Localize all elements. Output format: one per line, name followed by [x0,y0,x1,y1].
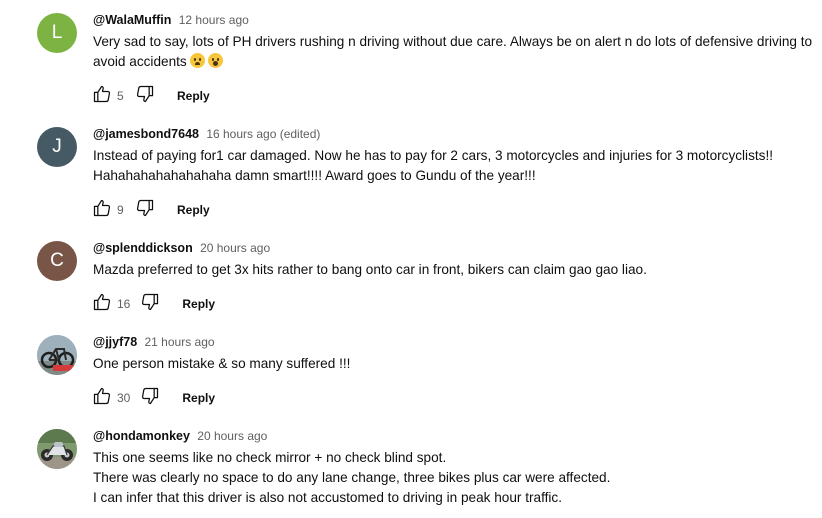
comment-text: This one seems like no check mirror + no… [93,450,611,505]
comment-author[interactable]: @jjyf78 [93,335,137,349]
comment-actions: 5 Reply [90,85,210,107]
comment-header: @hondamonkey 20 hours ago [93,429,817,443]
like-count: 9 [117,203,124,217]
astonished-face-emoji [207,53,223,68]
comment-time[interactable]: 20 hours ago [200,241,270,255]
thumbs-up-icon [92,198,112,223]
comment-time[interactable]: 16 hours ago (edited) [206,127,320,141]
like-button[interactable] [90,293,114,315]
reply-button[interactable]: Reply [182,391,215,405]
avatar-letter: L [51,22,63,43]
comment-header: @jjyf78 21 hours ago [93,335,817,349]
comment-header: @WalaMuffin 12 hours ago [93,13,817,27]
dislike-button[interactable] [133,85,157,107]
avatar[interactable]: L [37,13,77,53]
comment-actions: 16 Reply [90,293,215,315]
bicycle-photo-avatar[interactable] [37,335,77,375]
thumbs-down-icon [140,292,160,317]
reply-button[interactable]: Reply [182,297,215,311]
like-count: 5 [117,89,124,103]
comment-text: Mazda preferred to get 3x hits rather to… [93,262,647,277]
comment-text: One person mistake & so many suffered !!… [93,356,351,371]
comment-text: Instead of paying for1 car damaged. Now … [93,148,774,183]
reply-button[interactable]: Reply [177,203,210,217]
comment-header: @splenddickson 20 hours ago [93,241,817,255]
comment-author[interactable]: @hondamonkey [93,429,190,443]
like-count: 30 [117,391,131,405]
motorcycle-photo-avatar[interactable] [37,429,77,469]
comment-time[interactable]: 21 hours ago [145,335,215,349]
comment-header: @jamesbond7648 16 hours ago (edited) [93,127,817,141]
thumbs-down-icon [135,84,155,109]
comment-time[interactable]: 12 hours ago [179,13,249,27]
like-button[interactable] [90,387,114,409]
comment-actions: 9 Reply [90,199,210,221]
thumbs-down-icon [135,198,155,223]
avatar[interactable]: J [37,127,77,167]
comment-time[interactable]: 20 hours ago [197,429,267,443]
comment-author[interactable]: @splenddickson [93,241,193,255]
thumbs-up-icon [92,84,112,109]
comment-author[interactable]: @WalaMuffin [93,13,171,27]
dislike-button[interactable] [138,387,162,409]
thumbs-up-icon [92,386,112,411]
like-count: 16 [117,297,131,311]
like-button[interactable] [90,85,114,107]
dislike-button[interactable] [133,199,157,221]
like-button[interactable] [90,199,114,221]
comment-author[interactable]: @jamesbond7648 [93,127,199,141]
worried-face-emoji [189,53,205,68]
thumbs-down-icon [140,386,160,411]
avatar[interactable]: C [37,241,77,281]
comment-text: Very sad to say, lots of PH drivers rush… [93,32,817,72]
comment-actions: 30 Reply [90,387,215,409]
thumbs-up-icon [92,292,112,317]
dislike-button[interactable] [138,293,162,315]
avatar-letter: J [52,136,62,157]
reply-button[interactable]: Reply [177,89,210,103]
avatar-letter: C [50,250,64,271]
